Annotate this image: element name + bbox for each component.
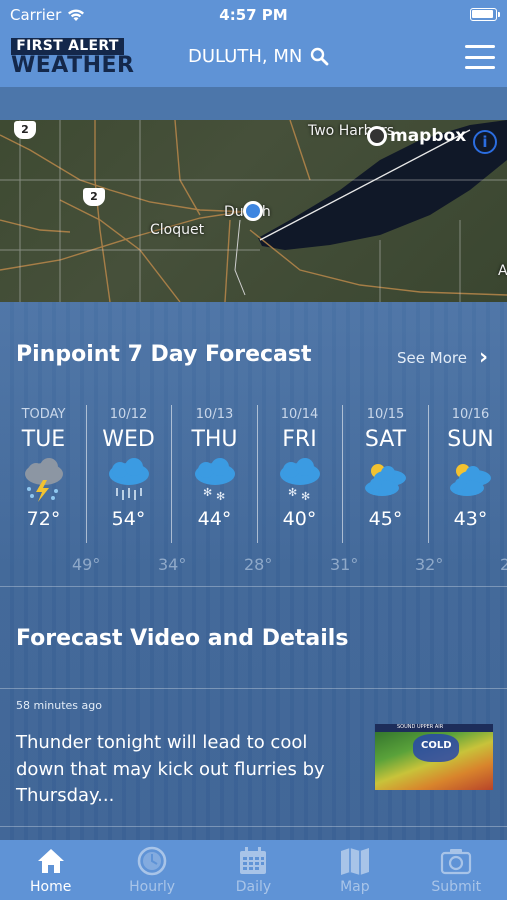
day-divider <box>86 405 87 543</box>
snow-icon: ✻ ✻ <box>257 458 342 506</box>
day-date: 10/12 <box>109 407 148 422</box>
location-selector[interactable]: DULUTH, MN <box>188 46 329 67</box>
day-high-temp: 72° <box>26 508 61 530</box>
app-header: FIRST ALERT WEATHER DULUTH, MN <box>0 30 507 87</box>
news-timestamp: 58 minutes ago <box>16 699 102 712</box>
tab-hourly[interactable]: Hourly <box>101 840 202 900</box>
route-shield-icon: 2 <box>83 188 105 206</box>
video-section-title: Forecast Video and Details <box>16 626 349 651</box>
forecast-day[interactable]: 10/15 SAT 45° <box>343 405 428 545</box>
mapbox-mark-icon <box>367 126 387 146</box>
partly-cloudy-icon <box>343 458 428 506</box>
day-high-temp: 54° <box>111 508 146 530</box>
chevron-right-icon: › <box>478 345 489 370</box>
seven-day-forecast[interactable]: TODAY TUE 72° 10/12 WED 54° 10/13 THU ✻ … <box>0 405 507 545</box>
day-name: SAT <box>364 427 407 452</box>
partly-cloudy-icon <box>428 458 507 506</box>
map-header-band <box>0 87 507 120</box>
day-low-temp: 32° <box>415 555 444 574</box>
tab-daily[interactable]: Daily <box>203 840 304 900</box>
thunderstorm-icon <box>1 458 86 506</box>
forecast-day[interactable]: 10/12 WED 54° <box>86 405 171 545</box>
day-divider <box>342 405 343 543</box>
day-divider <box>171 405 172 543</box>
day-date: 10/13 <box>195 407 234 422</box>
logo-line-2: WEATHER <box>11 53 135 78</box>
tab-label: Submit <box>431 879 482 895</box>
section-divider <box>0 826 507 827</box>
svg-text:✻: ✻ <box>203 486 212 499</box>
tab-label: Hourly <box>129 879 176 895</box>
day-name: TUE <box>21 427 66 452</box>
day-high-temp: 43° <box>453 508 488 530</box>
battery-icon <box>470 8 500 21</box>
thumb-header-text: SOUND UPPER AIR <box>397 724 444 730</box>
home-icon <box>36 846 66 876</box>
video-thumbnail[interactable]: SOUND UPPER AIR COLD <box>375 724 493 790</box>
radar-map[interactable]: Two Harbors Duluth Cloquet A 2 2 mapbox … <box>0 120 507 302</box>
day-name: THU <box>191 427 238 452</box>
mapbox-logo: mapbox <box>367 126 466 146</box>
svg-text:✻: ✻ <box>216 490 225 503</box>
day-low-temp: 2 <box>500 555 507 574</box>
forecast-day[interactable]: TODAY TUE 72° <box>1 405 86 545</box>
day-low-temp: 31° <box>330 555 359 574</box>
day-name: FRI <box>282 427 317 452</box>
forecast-day[interactable]: 10/16 SUN 43° <box>428 405 507 545</box>
snow-icon: ✻ ✻ <box>172 458 257 506</box>
info-icon[interactable]: i <box>473 130 497 154</box>
clock-time: 4:57 PM <box>219 6 288 24</box>
section-divider <box>0 688 507 689</box>
news-headline[interactable]: Thunder tonight will lead to cool down t… <box>16 730 346 810</box>
bottom-tab-bar: Home Hourly Daily Map Submit <box>0 840 507 900</box>
section-divider <box>0 586 507 587</box>
forecast-day[interactable]: 10/14 FRI ✻ ✻ 40° <box>257 405 342 545</box>
search-icon <box>311 47 329 66</box>
hamburger-menu-icon[interactable] <box>465 45 495 69</box>
tab-label: Daily <box>235 879 272 895</box>
first-alert-logo[interactable]: FIRST ALERT WEATHER <box>11 38 135 78</box>
day-high-temp: 44° <box>197 508 232 530</box>
tab-label: Map <box>340 879 370 895</box>
day-divider <box>428 405 429 543</box>
day-low-temp: 49° <box>72 555 101 574</box>
svg-text:✻: ✻ <box>288 486 297 499</box>
location-label: DULUTH, MN <box>188 46 303 67</box>
map-label-edge: A <box>498 263 507 279</box>
rain-icon <box>86 458 171 506</box>
calendar-icon <box>238 846 268 876</box>
tab-label: Home <box>30 879 72 895</box>
day-date: 10/15 <box>366 407 405 422</box>
forecast-day[interactable]: 10/13 THU ✻ ✻ 44° <box>172 405 257 545</box>
day-date: 10/14 <box>280 407 319 422</box>
map-icon <box>339 846 371 876</box>
thumb-cold-label: COLD <box>421 740 452 751</box>
day-low-temp: 34° <box>158 555 187 574</box>
camera-icon <box>440 846 472 876</box>
day-name: WED <box>102 427 155 452</box>
tab-map[interactable]: Map <box>304 840 405 900</box>
day-divider <box>257 405 258 543</box>
clock-icon <box>137 846 167 876</box>
status-bar: Carrier 4:57 PM <box>0 0 507 30</box>
day-date: TODAY <box>21 407 66 422</box>
tab-home[interactable]: Home <box>0 840 101 900</box>
map-label-cloquet: Cloquet <box>150 222 205 238</box>
route-shield-icon: 2 <box>14 121 36 139</box>
mapbox-label: mapbox <box>390 126 467 146</box>
see-more-link[interactable]: See More › <box>397 345 488 370</box>
day-high-temp: 45° <box>368 508 403 530</box>
see-more-label: See More <box>397 348 467 367</box>
day-name: SUN <box>447 427 494 452</box>
svg-text:✻: ✻ <box>301 490 310 503</box>
day-high-temp: 40° <box>282 508 317 530</box>
current-location-icon <box>243 201 263 221</box>
day-low-temp: 28° <box>244 555 273 574</box>
day-date: 10/16 <box>451 407 490 422</box>
forecast-section-title: Pinpoint 7 Day Forecast <box>16 342 312 367</box>
tab-submit[interactable]: Submit <box>406 840 507 900</box>
